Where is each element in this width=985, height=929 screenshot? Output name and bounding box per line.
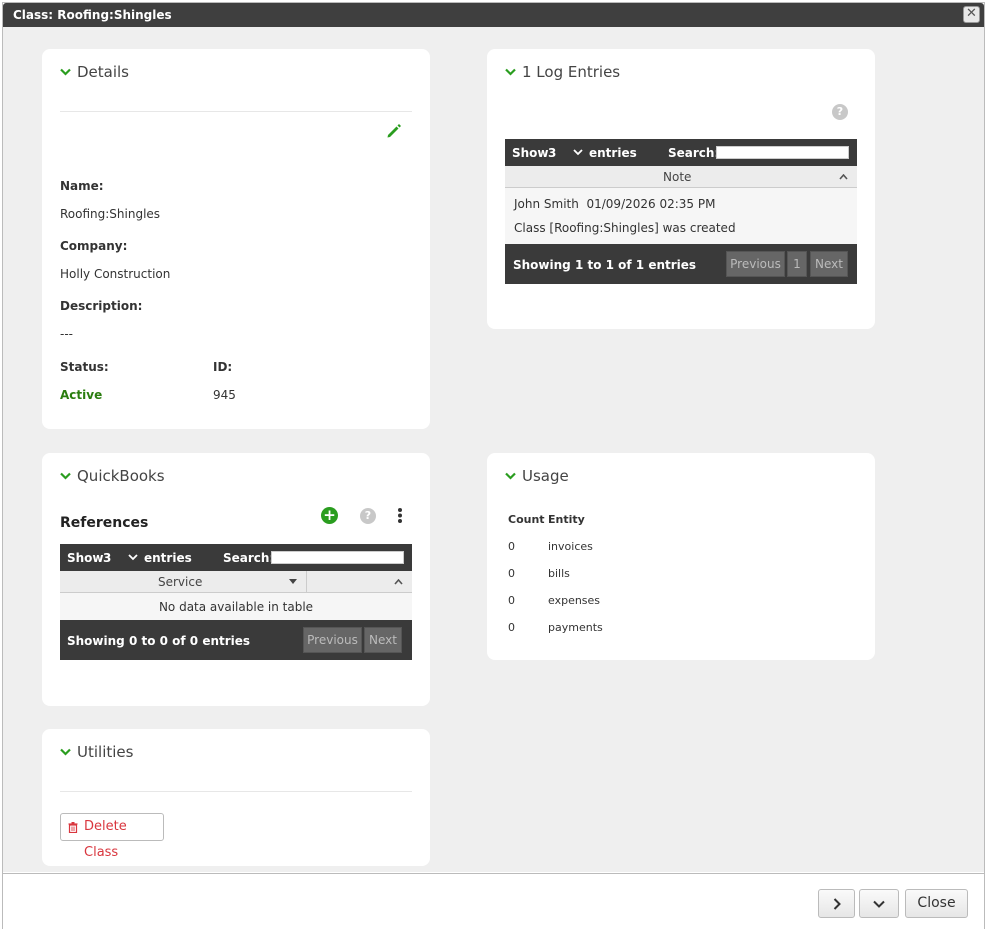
- count-column-header: Count: [508, 513, 545, 526]
- next-record-button[interactable]: [818, 889, 855, 918]
- details-header[interactable]: Details: [60, 63, 129, 81]
- quickbooks-title: QuickBooks: [77, 467, 165, 485]
- dialog-title: Class: Roofing:Shingles: [13, 8, 172, 22]
- references-title: References: [60, 515, 149, 531]
- help-icon[interactable]: ?: [832, 104, 848, 120]
- chevron-down-icon: [573, 149, 583, 156]
- dialog-body: Details Name: Roofing:Shingles Company: …: [3, 27, 984, 872]
- page-length-value: 3: [548, 146, 557, 160]
- company-label: Company:: [60, 239, 128, 253]
- usage-entity: invoices: [548, 540, 593, 553]
- page-length-select[interactable]: 3: [548, 146, 588, 160]
- chevron-down-icon: [60, 68, 71, 76]
- log-header[interactable]: 1 Log Entries: [505, 63, 620, 81]
- usage-count: 0: [508, 621, 515, 634]
- divider: [60, 791, 412, 792]
- chevron-down-icon: [505, 472, 516, 480]
- previous-button[interactable]: Previous: [726, 251, 785, 277]
- search-input[interactable]: [271, 551, 404, 564]
- quickbooks-card: QuickBooks References + ? Show 3 entries…: [42, 453, 430, 706]
- utilities-card: Utilities Delete Class: [42, 729, 430, 866]
- entity-column-header: Entity: [548, 513, 585, 526]
- log-table-footer: Showing 1 to 1 of 1 entries Previous 1 N…: [505, 244, 857, 284]
- delete-class-label: Delete Class: [84, 819, 127, 860]
- log-row: John Smith 01/09/2026 02:35 PM Class [Ro…: [505, 188, 857, 244]
- chevron-down-icon: [60, 472, 71, 480]
- class-dialog: Class: Roofing:Shingles ✕ Details Name: …: [2, 2, 985, 929]
- empty-row: No data available in table: [60, 593, 412, 620]
- search-input[interactable]: [716, 146, 849, 159]
- usage-count: 0: [508, 540, 515, 553]
- sort-up-icon: [394, 579, 403, 585]
- chevron-down-icon: [505, 68, 516, 76]
- search-label: Search:: [668, 146, 720, 160]
- usage-count: 0: [508, 594, 515, 607]
- more-vertical-icon[interactable]: [397, 507, 403, 524]
- name-label: Name:: [60, 179, 104, 193]
- close-button[interactable]: Close: [905, 889, 968, 918]
- page-1-button[interactable]: 1: [787, 251, 807, 277]
- utilities-title: Utilities: [77, 743, 134, 761]
- sort-down-icon: [289, 579, 297, 584]
- details-title: Details: [77, 63, 130, 81]
- next-button[interactable]: Next: [364, 627, 402, 653]
- dialog-footer: Close: [3, 873, 984, 929]
- description-label: Description:: [60, 299, 143, 313]
- usage-count: 0: [508, 567, 515, 580]
- id-label: ID:: [213, 360, 233, 374]
- log-table-toolbar: Show 3 entries Search:: [505, 139, 857, 166]
- chevron-down-icon: [128, 554, 138, 561]
- chevron-right-icon: [833, 898, 841, 910]
- note-column-label: Note: [663, 170, 692, 184]
- help-icon[interactable]: ?: [360, 508, 376, 524]
- service-column-header[interactable]: Service: [60, 571, 412, 593]
- search-label: Search:: [223, 551, 275, 565]
- references-table-info: Showing 0 to 0 of 0 entries: [67, 634, 251, 648]
- log-title: 1 Log Entries: [522, 63, 621, 81]
- references-table-toolbar: Show 3 entries Search:: [60, 544, 412, 571]
- name-value: Roofing:Shingles: [60, 207, 161, 221]
- usage-header[interactable]: Usage: [505, 467, 569, 485]
- usage-card: Usage Count Entity 0 invoices 0 bills 0 …: [487, 453, 875, 660]
- show-label: Show: [512, 146, 549, 160]
- details-card: Details Name: Roofing:Shingles Company: …: [42, 49, 430, 429]
- description-value: ---: [60, 327, 73, 341]
- previous-button[interactable]: Previous: [303, 627, 362, 653]
- usage-entity: bills: [548, 567, 570, 580]
- id-value: 945: [213, 388, 236, 402]
- divider: [60, 111, 412, 112]
- delete-class-button[interactable]: Delete Class: [60, 813, 164, 860]
- status-label: Status:: [60, 360, 109, 374]
- log-row-meta: John Smith 01/09/2026 02:35 PM: [514, 197, 716, 211]
- log-row-text: Class [Roofing:Shingles] was created: [514, 221, 736, 235]
- empty-message: No data available in table: [158, 600, 314, 614]
- usage-entity: payments: [548, 621, 603, 634]
- page-length-value: 3: [103, 551, 112, 565]
- trash-icon: [68, 822, 78, 833]
- log-card: 1 Log Entries ? Show 3 entries Search: N…: [487, 49, 875, 329]
- company-value: Holly Construction: [60, 267, 171, 281]
- entries-label: entries: [589, 146, 637, 160]
- utilities-header[interactable]: Utilities: [60, 743, 133, 761]
- expand-button[interactable]: [859, 889, 899, 918]
- quickbooks-header[interactable]: QuickBooks: [60, 467, 165, 485]
- service-column-label: Service: [158, 575, 203, 589]
- chevron-down-icon: [873, 900, 885, 908]
- chevron-down-icon: [60, 748, 71, 756]
- log-table-info: Showing 1 to 1 of 1 entries: [513, 258, 697, 272]
- status-value: Active: [60, 388, 103, 402]
- next-button[interactable]: Next: [810, 251, 848, 277]
- usage-title: Usage: [522, 467, 569, 485]
- pencil-icon[interactable]: [385, 122, 403, 140]
- note-column-header[interactable]: Note: [505, 166, 857, 188]
- sort-up-icon: [839, 174, 848, 180]
- add-icon[interactable]: +: [321, 507, 338, 524]
- usage-entity: expenses: [548, 594, 601, 607]
- entries-label: entries: [144, 551, 192, 565]
- references-table-footer: Showing 0 to 0 of 0 entries Previous Nex…: [60, 620, 412, 660]
- dialog-titlebar: Class: Roofing:Shingles ✕: [3, 3, 984, 27]
- show-label: Show: [67, 551, 104, 565]
- close-icon[interactable]: ✕: [963, 6, 980, 23]
- page-length-select[interactable]: 3: [103, 551, 143, 565]
